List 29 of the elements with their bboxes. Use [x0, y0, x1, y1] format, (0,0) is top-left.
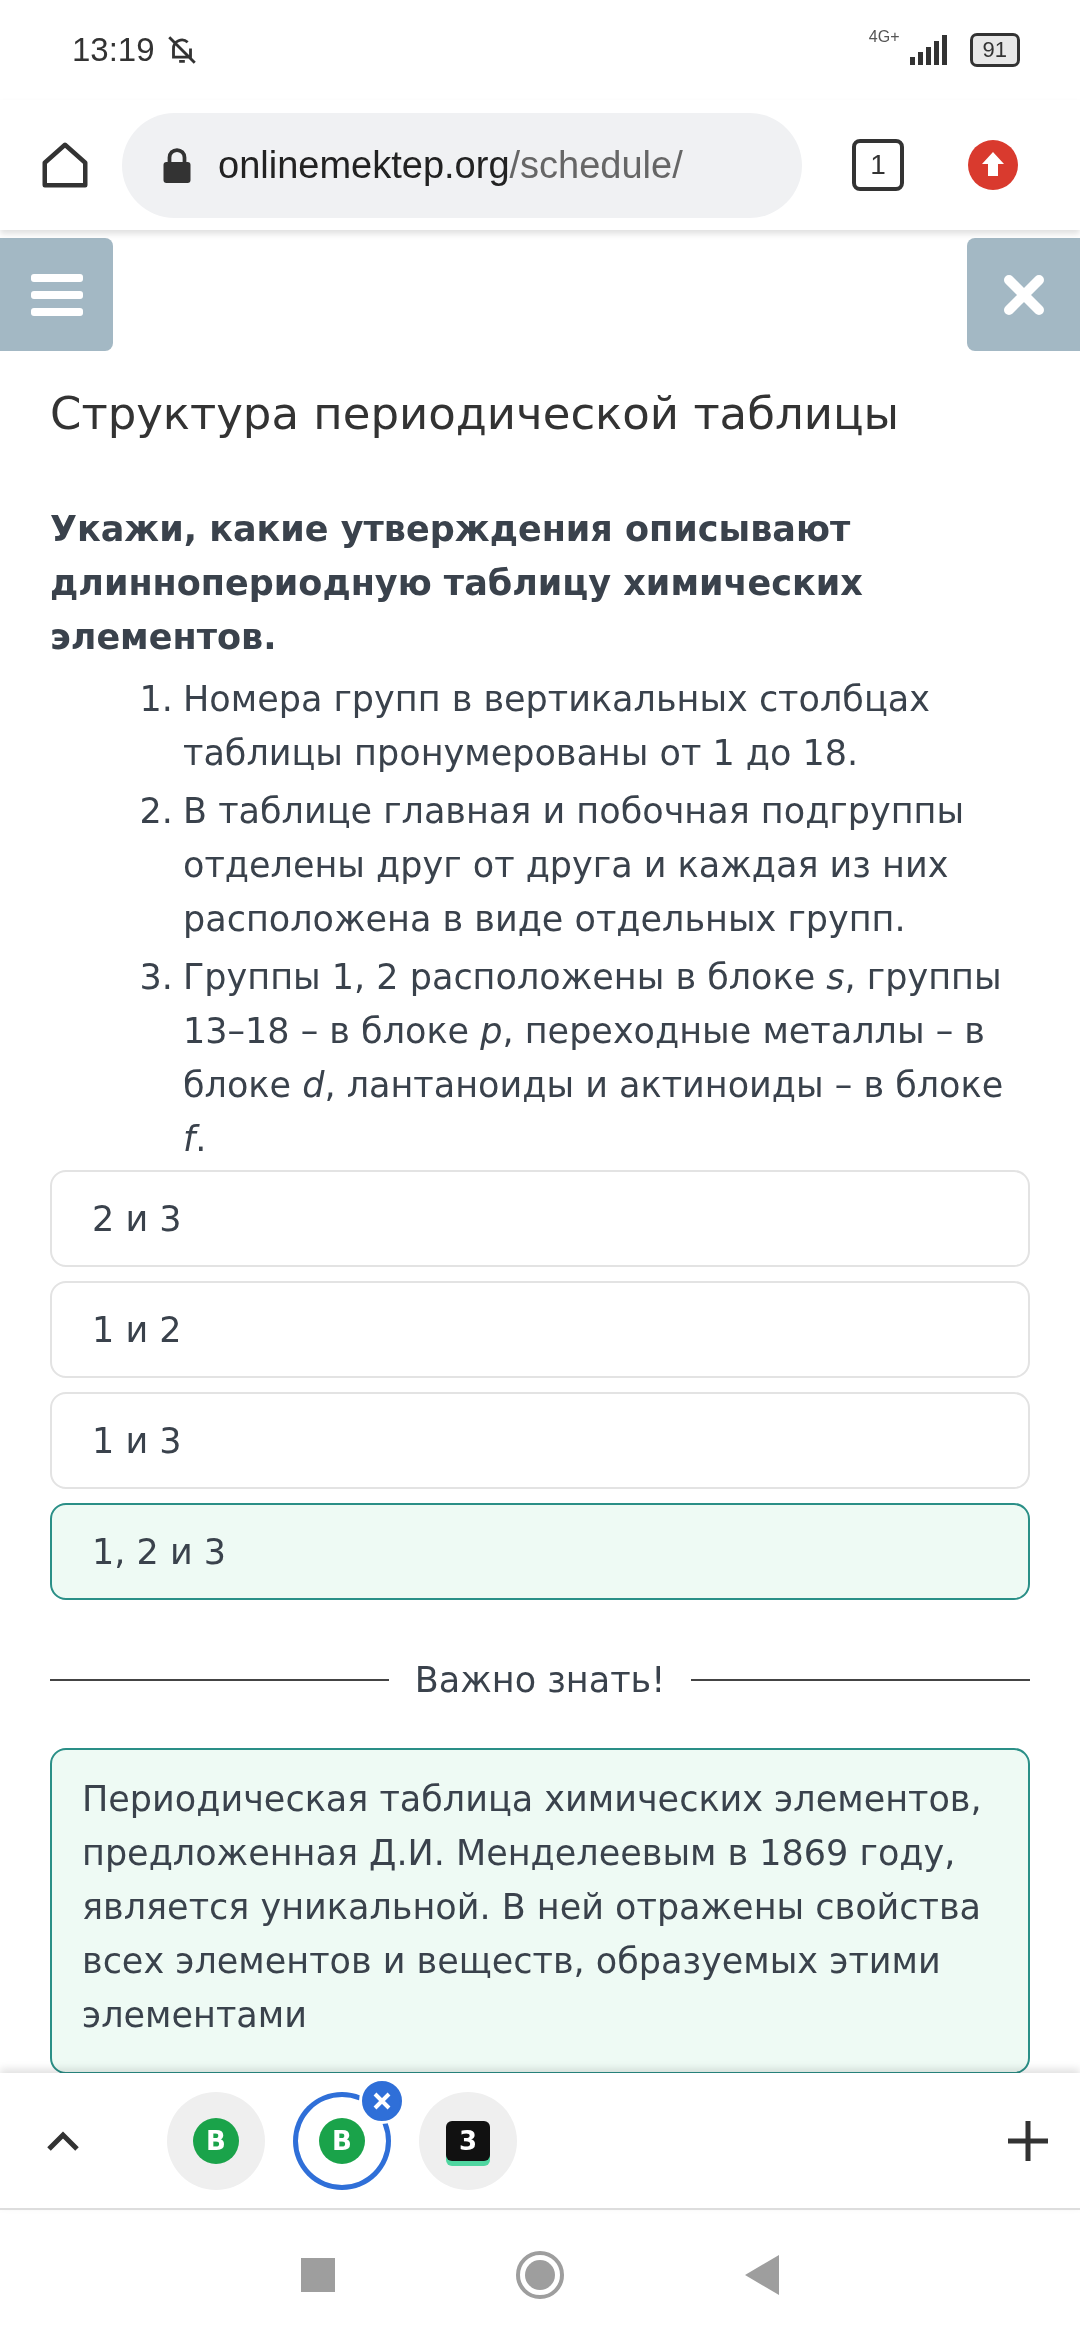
answer-option[interactable]: 2 и 3	[50, 1170, 1030, 1267]
statement-text: В таблице главная и побочная подгруппы отделены друг от друга и каждая из них расположена в виде отдельных групп.	[183, 790, 966, 941]
menu-icon	[30, 273, 83, 316]
info-card: Периодическая таблица химических элементов, предложенная Д.И. Менделеевым в 1869 году, является уникальной. В ней отражены свойства всех элементов и веществ, образуемых этими элементами	[50, 1748, 1030, 2073]
lesson-title: Структура периодической таблицы	[50, 387, 901, 440]
address-bar[interactable]: onlinemektep.org/schedule/	[122, 112, 802, 218]
back-icon[interactable]	[745, 2255, 779, 2295]
section-heading: Важно знать!	[414, 1660, 666, 1700]
question-text: Укажи, какие утверждения описывают длиннопериодную таблицу химических элементов.	[50, 508, 864, 659]
battery-level: 91	[969, 33, 1020, 67]
network-label: 4G+	[868, 28, 900, 46]
close-icon	[1002, 273, 1045, 316]
list-number: 1.	[138, 678, 174, 721]
list-number: 2.	[138, 790, 174, 833]
url-text: onlinemektep.org/schedule/	[218, 143, 683, 187]
tab-button[interactable]: 3	[419, 2091, 517, 2190]
upload-icon[interactable]	[968, 140, 1018, 190]
home-button-icon[interactable]	[515, 2250, 565, 2300]
answer-option[interactable]: 1, 2 и 3	[50, 1503, 1030, 1600]
lock-icon	[162, 147, 192, 183]
answer-option[interactable]: 1 и 3	[50, 1392, 1030, 1489]
statement-text: Группы 1, 2 расположены в блоке s, группы 13–18 – в блоке p, переходные металлы – в блоке d, лантаноиды и актиноиды – в блоке f.	[183, 956, 1005, 1161]
answer-option[interactable]: 1 и 2	[50, 1281, 1030, 1378]
tab-count-button[interactable]: 1	[852, 139, 904, 191]
plus-icon[interactable]	[1006, 2118, 1050, 2163]
list-number: 3.	[138, 956, 174, 999]
status-time: 13:19	[72, 31, 155, 69]
signal-icon	[909, 35, 950, 65]
statement-text: Номера групп в вертикальных столбцах таблицы пронумерованы от 1 до 18.	[183, 678, 931, 775]
